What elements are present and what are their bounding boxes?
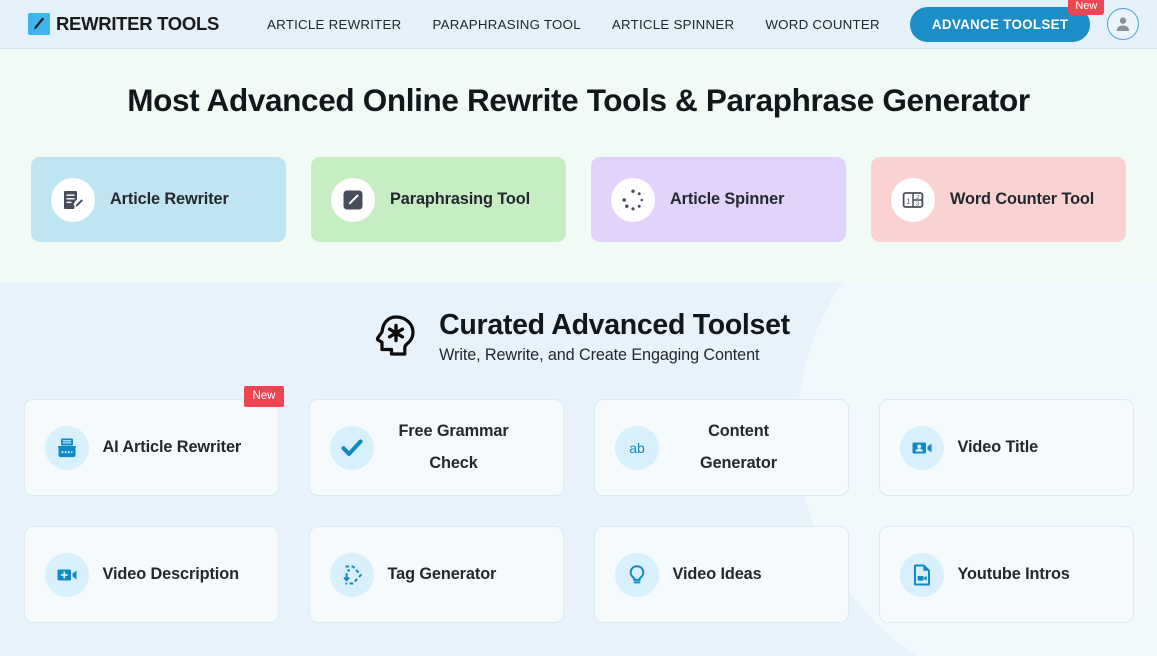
nav-article-spinner[interactable]: ARTICLE SPINNER — [612, 17, 734, 32]
tool-card-label: Video Ideas — [672, 564, 762, 583]
tool-card-label: AI Article Rewriter — [102, 437, 242, 456]
page-title: Most Advanced Online Rewrite Tools & Par… — [127, 82, 1030, 118]
tool-card-label: Video Title — [957, 437, 1039, 456]
advance-toolset-wrapper: ADVANCE TOOLSET New — [909, 0, 1105, 42]
tool-card-label: Tag Generator — [387, 564, 497, 583]
quick-tool-article-spinner[interactable]: Article Spinner — [591, 157, 846, 242]
tool-card-label: Video Description — [102, 564, 240, 583]
check-mark-icon — [329, 425, 374, 470]
svg-text:ab: ab — [629, 440, 645, 456]
tool-card-video-title[interactable]: Video Title — [878, 399, 1134, 496]
tool-card-label: Content Generator — [700, 421, 777, 472]
brand-name: REWRITER TOOLS — [56, 13, 219, 34]
quick-tool-paraphrasing-tool[interactable]: Paraphrasing Tool — [311, 157, 566, 242]
tool-card-content-generator[interactable]: ab Content Generator — [593, 399, 849, 496]
robot-icon — [44, 425, 89, 470]
site-header: REWRITER TOOLS ARTICLE REWRITER PARAPHRA… — [0, 0, 1157, 49]
tool-card-video-ideas[interactable]: Video Ideas — [593, 526, 849, 623]
nav-article-rewriter[interactable]: ARTICLE REWRITER — [267, 17, 402, 32]
advance-new-badge: New — [1068, 0, 1105, 16]
document-video-icon — [899, 552, 944, 597]
advanced-toolset-section: Curated Advanced Toolset Write, Rewrite,… — [0, 282, 1157, 656]
toolset-title: Curated Advanced Toolset — [439, 309, 790, 342]
card-new-badge: New — [244, 386, 284, 407]
quick-tool-label: Article Rewriter — [110, 190, 229, 208]
svg-text:2: 2 — [916, 195, 919, 201]
tool-card-video-description[interactable]: Video Description — [23, 526, 279, 623]
tool-card-label: Youtube Intros — [957, 564, 1070, 583]
brand-logo[interactable]: REWRITER TOOLS — [28, 13, 219, 35]
user-avatar-icon — [1114, 15, 1132, 33]
page-root: REWRITER TOOLS ARTICLE REWRITER PARAPHRA… — [0, 0, 1157, 656]
document-edit-icon — [51, 177, 95, 222]
lightbulb-icon — [614, 552, 659, 597]
pen-nib-icon — [28, 13, 50, 35]
quick-tools-row: Article Rewriter Paraphrasing Tool Artic… — [0, 157, 1157, 242]
number-box-icon: 1 2 3 — [891, 177, 935, 222]
video-person-icon — [899, 425, 944, 470]
tag-arrow-icon — [329, 552, 374, 597]
svg-text:3: 3 — [916, 201, 919, 207]
quick-tool-word-counter[interactable]: 1 2 3 Word Counter Tool — [871, 157, 1126, 242]
tool-card-label: Free Grammar Check — [398, 421, 509, 472]
head-spark-icon — [367, 308, 425, 366]
tool-card-tag-generator[interactable]: Tag Generator — [308, 526, 564, 623]
spinner-dots-icon — [611, 177, 655, 222]
tool-card-free-grammar-check[interactable]: Free Grammar Check — [308, 399, 564, 496]
pencil-square-icon — [331, 177, 375, 222]
toolset-grid: New AI Article Rewriter Free Grammar Che… — [0, 386, 1157, 623]
quick-tool-label: Article Spinner — [670, 190, 785, 208]
nav-word-counter[interactable]: WORD COUNTER — [765, 17, 880, 32]
main-nav: ARTICLE REWRITER PARAPHRASING TOOL ARTIC… — [267, 17, 880, 32]
quick-tool-label: Word Counter Tool — [950, 190, 1095, 208]
nav-paraphrasing-tool[interactable]: PARAPHRASING TOOL — [433, 17, 581, 32]
video-plus-icon — [44, 552, 89, 597]
svg-text:1: 1 — [906, 196, 910, 205]
hero-section: Most Advanced Online Rewrite Tools & Par… — [0, 49, 1157, 282]
advance-toolset-button[interactable]: ADVANCE TOOLSET — [909, 6, 1091, 42]
quick-tool-article-rewriter[interactable]: Article Rewriter — [31, 157, 286, 242]
ab-text-icon: ab — [614, 425, 659, 470]
tool-card-youtube-intros[interactable]: Youtube Intros — [878, 526, 1134, 623]
user-avatar-button[interactable] — [1107, 8, 1139, 40]
tool-card-ai-article-rewriter[interactable]: New AI Article Rewriter — [23, 386, 284, 496]
quick-tool-label: Paraphrasing Tool — [390, 190, 531, 208]
toolset-heading: Curated Advanced Toolset Write, Rewrite,… — [0, 282, 1157, 366]
toolset-subtitle: Write, Rewrite, and Create Engaging Cont… — [439, 345, 760, 364]
